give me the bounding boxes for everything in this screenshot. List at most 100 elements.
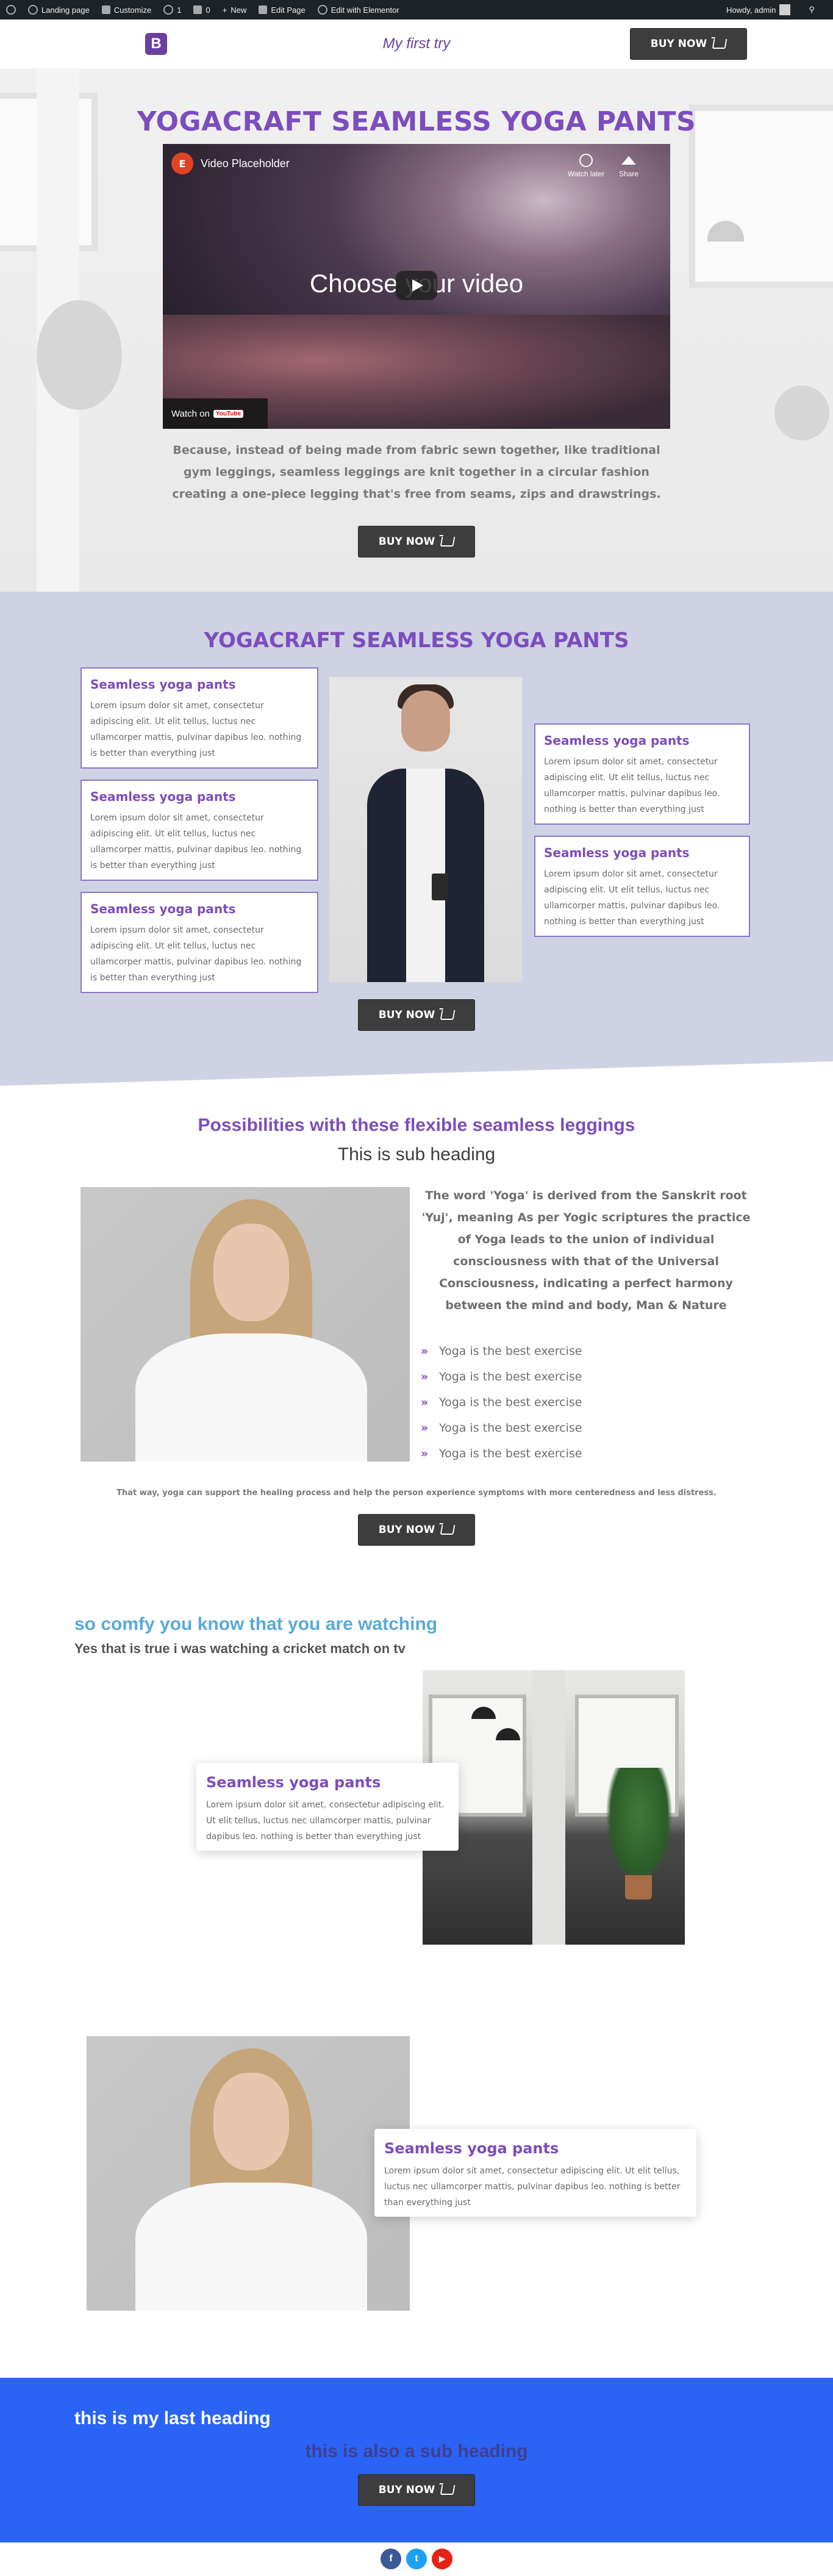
buy-now-label: BUY NOW — [378, 536, 435, 548]
hero-section: YOGACRAFT SEAMLESS YOGA PANTS E Video Pl… — [0, 68, 833, 592]
play-button[interactable] — [396, 271, 437, 300]
features-section: YOGACRAFT SEAMLESS YOGA PANTS Seamless y… — [0, 592, 833, 1086]
features-title: YOGACRAFT SEAMLESS YOGA PANTS — [204, 628, 629, 653]
feature-card: Seamless yoga pants Lorem ipsum dolor si… — [80, 667, 318, 769]
watch-on-youtube-button[interactable]: Watch on YouTube — [163, 398, 268, 429]
cart-icon — [440, 1525, 456, 1535]
wp-admin-bar: Landing page Customize 1 0 + New Edit Pag… — [0, 0, 833, 20]
list-item: » Yoga is the best exercise — [421, 1447, 582, 1460]
second-card-text: Lorem ipsum dolor sit amet, consectetur … — [384, 2166, 681, 2208]
last-title: this is my last heading — [74, 2408, 271, 2428]
feature-card-title: Seamless yoga pants — [544, 733, 690, 748]
feature-card: Seamless yoga pants Lorem ipsum dolor si… — [534, 836, 750, 937]
list-item: » Yoga is the best exercise — [421, 1396, 582, 1409]
chevron-double-right-icon: » — [421, 1370, 429, 1383]
office-interior-image — [423, 1670, 685, 1945]
last-section: this is my last heading this is also a s… — [0, 2378, 833, 2542]
background-ball — [774, 386, 829, 440]
feature-card-text: Lorem ipsum dolor sit amet, consectetur … — [544, 869, 720, 927]
smiling-woman-image — [80, 1187, 410, 1462]
site-header: B My first try BUY NOW — [0, 20, 833, 68]
yoga-description: The word 'Yoga' is derived from the Sans… — [421, 1189, 751, 1312]
feature-card-title: Seamless yoga pants — [90, 789, 236, 804]
second-card: Seamless yoga pants Lorem ipsum dolor si… — [374, 2129, 696, 2217]
avatar — [779, 4, 791, 15]
adminbar-search-icon[interactable]: ⚲ — [809, 5, 815, 15]
video-title[interactable]: Video Placeholder — [201, 157, 290, 170]
clock-icon — [579, 154, 593, 167]
channel-logo[interactable]: E — [171, 152, 193, 174]
pencil-icon — [259, 5, 268, 14]
list-item: » Yoga is the best exercise — [421, 1370, 582, 1383]
comfy-card: Seamless yoga pants Lorem ipsum dolor si… — [196, 1763, 459, 1851]
comfy-subtitle: Yes that is true i was watching a cricke… — [74, 1641, 406, 1656]
comfy-title: so comfy you know that you are watching — [74, 1614, 438, 1634]
last-buy-now-button[interactable]: BUY NOW — [358, 2474, 475, 2506]
plus-icon: + — [222, 5, 227, 15]
feature-card-text: Lorem ipsum dolor sit amet, consectetur … — [90, 701, 302, 758]
adminbar-edit-elementor[interactable]: Edit with Elementor — [317, 5, 399, 15]
cart-icon — [440, 2485, 456, 2495]
list-item: » Yoga is the best exercise — [421, 1344, 582, 1358]
share-button[interactable]: Share — [619, 154, 638, 178]
video-embed[interactable]: E Video Placeholder Watch later Share Ch… — [163, 144, 670, 429]
feature-card-title: Seamless yoga pants — [90, 902, 236, 916]
hero-buy-now-button[interactable]: BUY NOW — [358, 526, 475, 558]
buy-now-label: BUY NOW — [378, 2484, 435, 2496]
second-card-title: Seamless yoga pants — [384, 2140, 559, 2157]
comment-icon — [193, 5, 202, 14]
chevron-double-right-icon: » — [421, 1447, 429, 1460]
adminbar-new[interactable]: + New — [223, 5, 247, 15]
man-holding-coffee-image — [329, 677, 522, 982]
site-logo[interactable]: B — [145, 33, 167, 55]
chevron-double-right-icon: » — [421, 1396, 429, 1409]
adminbar-comments[interactable]: 0 — [193, 5, 210, 15]
benefits-list: » Yoga is the best exercise » Yoga is the … — [421, 1338, 726, 1466]
possibilities-subtitle: This is sub heading — [337, 1144, 496, 1164]
share-icon — [621, 156, 637, 165]
last-subtitle: this is also a sub heading — [305, 2441, 528, 2461]
list-item: » Yoga is the best exercise — [421, 1421, 582, 1435]
feature-card: Seamless yoga pants Lorem ipsum dolor si… — [80, 892, 318, 993]
possibilities-title: Possibilities with these flexible seamle… — [198, 1115, 635, 1135]
adminbar-updates[interactable]: 1 — [163, 5, 181, 15]
adminbar-customize[interactable]: Customize — [101, 5, 151, 15]
adminbar-howdy[interactable]: Howdy, admin — [726, 4, 791, 15]
feature-card-text: Lorem ipsum dolor sit amet, consectetur … — [90, 813, 302, 870]
twitter-icon[interactable]: t — [406, 2549, 427, 2569]
youtube-logo-icon: YouTube — [213, 409, 244, 418]
feature-card-title: Seamless yoga pants — [90, 677, 236, 692]
adminbar-site-link[interactable]: Landing page — [28, 5, 90, 15]
facebook-icon[interactable]: f — [381, 2549, 401, 2569]
header-buy-now-button[interactable]: BUY NOW — [630, 28, 747, 60]
hero-title: YOGACRAFT SEAMLESS YOGA PANTS — [137, 106, 696, 137]
buy-now-label: BUY NOW — [650, 38, 707, 50]
wordpress-logo-icon[interactable] — [6, 5, 16, 15]
possibilities-buy-now-button[interactable]: BUY NOW — [358, 1514, 475, 1546]
buy-now-label: BUY NOW — [378, 1524, 435, 1536]
cart-icon — [440, 1010, 456, 1020]
healing-note: That way, yoga can support the healing p… — [116, 1488, 717, 1498]
comfy-card-title: Seamless yoga pants — [206, 1774, 381, 1791]
features-buy-now-button[interactable]: BUY NOW — [358, 999, 475, 1031]
cart-icon — [712, 39, 728, 49]
feature-card: Seamless yoga pants Lorem ipsum dolor si… — [80, 780, 318, 881]
youtube-icon[interactable]: ▶ — [432, 2549, 452, 2569]
feature-card-text: Lorem ipsum dolor sit amet, consectetur … — [90, 925, 302, 983]
watch-later-button[interactable]: Watch later — [568, 154, 604, 178]
adminbar-edit-page[interactable]: Edit Page — [259, 5, 306, 15]
background-plant — [37, 300, 122, 410]
site-title[interactable]: My first try — [356, 33, 477, 55]
comfy-card-text: Lorem ipsum dolor sit amet, consectetur … — [206, 1800, 445, 1842]
feature-card-title: Seamless yoga pants — [544, 845, 690, 860]
chevron-double-right-icon: » — [421, 1421, 429, 1435]
buy-now-label: BUY NOW — [378, 1009, 435, 1021]
refresh-icon — [163, 5, 174, 15]
brush-icon — [101, 5, 110, 14]
hero-description: Because, instead of being made from fabr… — [172, 443, 661, 501]
cart-icon — [440, 537, 456, 547]
feature-card: Seamless yoga pants Lorem ipsum dolor si… — [534, 723, 750, 825]
home-icon — [28, 5, 38, 15]
smiling-woman-image — [87, 2036, 410, 2311]
elementor-icon — [317, 5, 327, 15]
